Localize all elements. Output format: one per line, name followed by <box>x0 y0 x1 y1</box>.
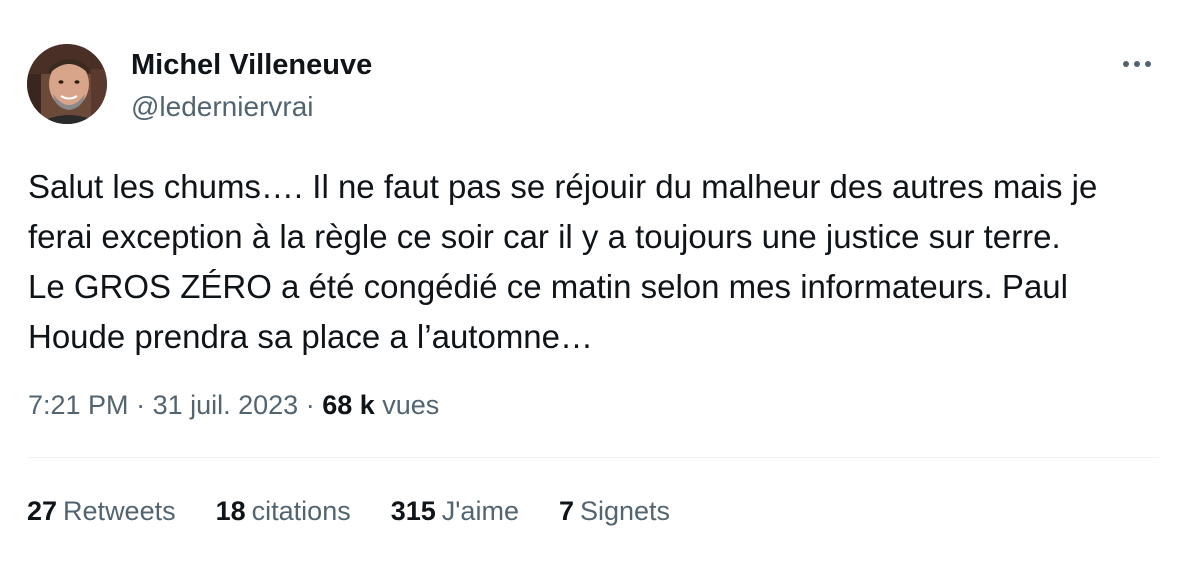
tweet-time[interactable]: 7:21 PM <box>28 390 129 420</box>
tweet-text: Salut les chums…. Il ne faut pas se réjo… <box>28 162 1163 362</box>
retweets-label: Retweets <box>63 496 176 526</box>
views-count: 68 k <box>322 390 375 420</box>
tweet-stats: 27 Retweets 18 citations 315 J'aime 7 Signet… <box>27 494 670 528</box>
likes-count: 315 <box>390 496 436 526</box>
tweet-text-line: Salut les chums…. Il ne faut pas se réjo… <box>28 168 1098 205</box>
retweets-count: 27 <box>27 496 58 526</box>
author-name[interactable]: Michel Villeneuve <box>131 49 372 81</box>
quotes-count: 18 <box>215 496 246 526</box>
quotes-stat[interactable]: 18 citations <box>216 494 351 528</box>
tweet-card: Michel Villeneuve @ledernier​vrai Salut … <box>0 0 1190 562</box>
tweet-meta: 7:21 PM · 31 juil. 2023 · 68 k vues <box>28 388 439 422</box>
meta-separator: · <box>298 390 323 420</box>
views-label: vues <box>382 390 440 420</box>
tweet-text-line: ferai exception à la règle ce soir car i… <box>28 218 1061 255</box>
bookmarks-label: Signets <box>580 496 671 526</box>
bookmarks-count: 7 <box>558 496 574 526</box>
tweet-text-line: Le GROS ZÉRO a été congédié ce matin sel… <box>28 268 1068 305</box>
profile-photo-icon <box>27 44 107 124</box>
meta-separator: · <box>128 390 153 420</box>
likes-stat[interactable]: 315 J'aime <box>391 494 519 528</box>
retweets-stat[interactable]: 27 Retweets <box>27 494 176 528</box>
ellipsis-icon <box>1123 61 1151 67</box>
avatar[interactable] <box>27 44 107 124</box>
more-button[interactable] <box>1117 52 1157 76</box>
bookmarks-stat[interactable]: 7 Signets <box>559 494 670 528</box>
divider <box>28 457 1159 458</box>
likes-label: J'aime <box>441 496 519 526</box>
tweet-date[interactable]: 31 juil. 2023 <box>153 390 299 420</box>
author-handle[interactable]: @ledernier​vrai <box>131 91 314 123</box>
tweet-text-line: Houde prendra sa place a l’automne… <box>28 318 594 355</box>
quotes-label: citations <box>251 496 351 526</box>
